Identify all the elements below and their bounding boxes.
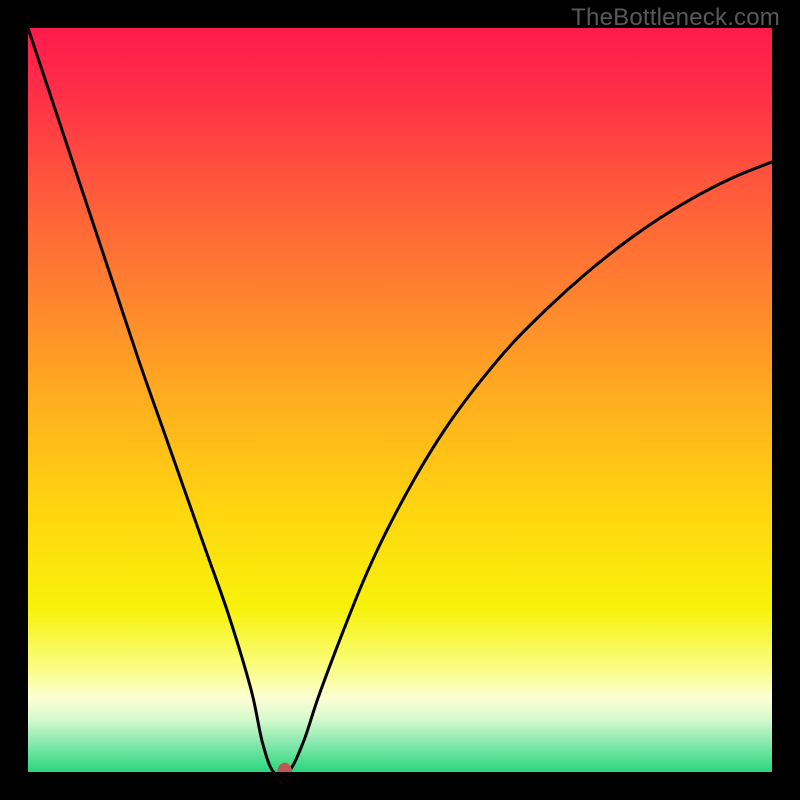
gradient-background	[28, 28, 772, 772]
chart-container: TheBottleneck.com	[0, 0, 800, 800]
watermark-text: TheBottleneck.com	[571, 4, 780, 32]
plot-area	[28, 28, 772, 772]
plot-svg	[28, 28, 772, 772]
